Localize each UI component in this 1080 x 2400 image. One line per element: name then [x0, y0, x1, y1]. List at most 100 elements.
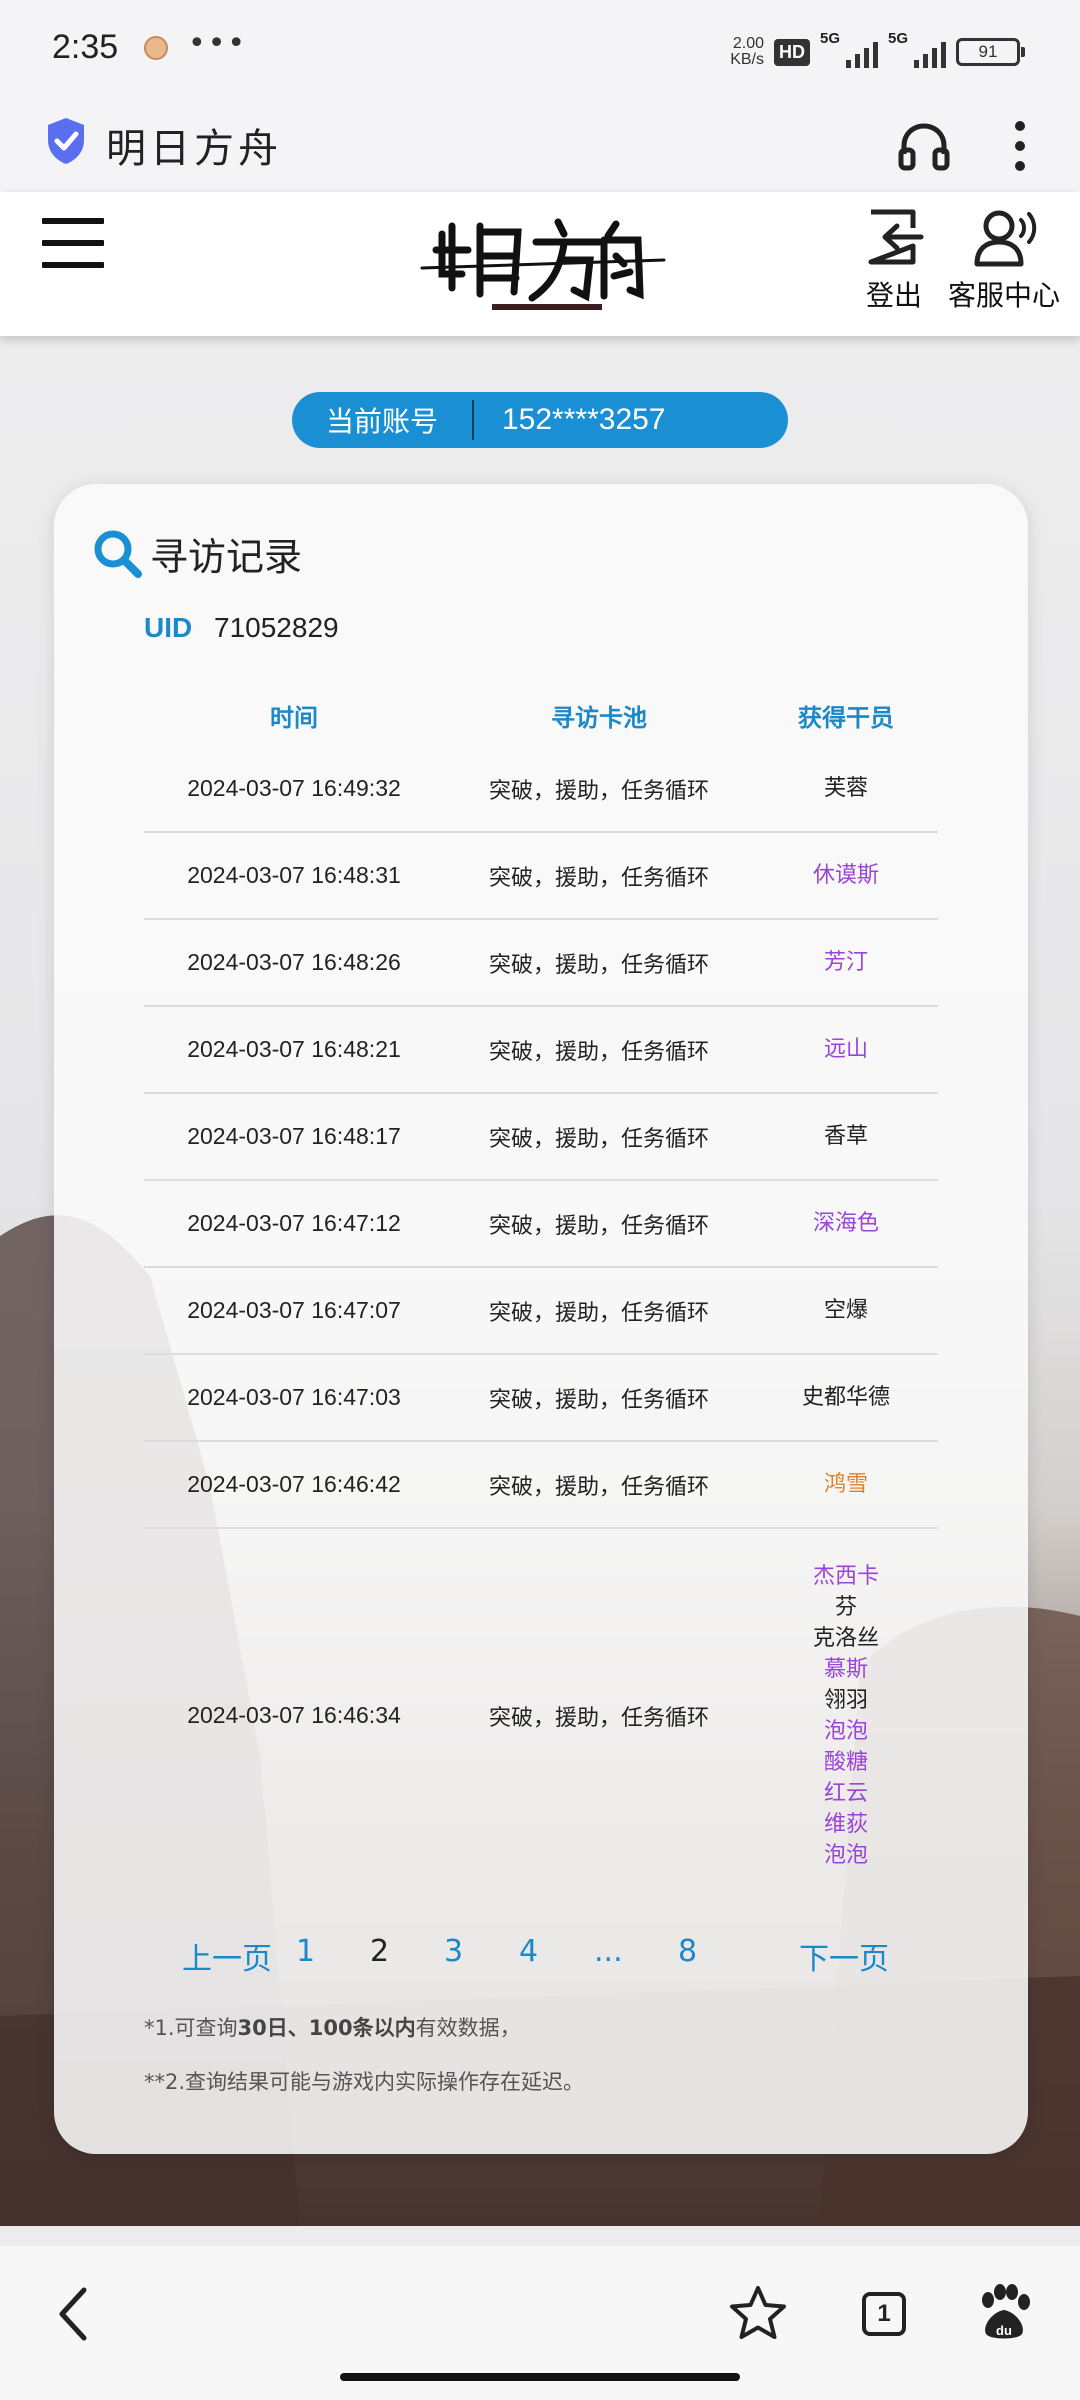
customer-service-label: 客服中心	[947, 279, 1060, 312]
customer-service-icon	[974, 210, 1037, 267]
notification-emoji-icon	[144, 36, 168, 60]
record-pool: 突破，援助，任务循环	[488, 1039, 709, 1065]
signal-label-2: 5G	[888, 30, 909, 47]
table-row: 2024-03-07 16:47:07 突破，援助，任务循环 空爆	[144, 1268, 938, 1355]
operator-name: 芳汀	[823, 950, 868, 975]
site-header: 登出 客服中心	[0, 192, 1080, 336]
operator-name: 香草	[823, 1124, 868, 1149]
home-indicator[interactable]	[340, 2373, 740, 2381]
back-icon[interactable]	[44, 2282, 108, 2346]
operator-name: 杰西卡	[812, 1563, 879, 1589]
operator-name: 维荻	[823, 1811, 868, 1837]
page-4-button[interactable]: 4	[519, 1934, 538, 1969]
record-pool: 突破，援助，任务循环	[488, 1387, 709, 1413]
net-speed-value: 2.00	[732, 35, 764, 52]
record-operators: 香草	[754, 1121, 938, 1152]
record-operators: 远山	[754, 1034, 938, 1065]
record-operators: 芙蓉	[754, 773, 938, 804]
page-3-button[interactable]: 3	[444, 1934, 463, 1969]
operator-name: 深海色	[812, 1211, 879, 1236]
record-time: 2024-03-07 16:48:26	[187, 949, 401, 975]
next-page-button[interactable]: 下一页	[799, 1934, 889, 1978]
search-icon	[94, 530, 142, 578]
net-speed: 2.00 KB/s	[730, 36, 764, 68]
record-pool: 突破，援助，任务循环	[488, 1213, 709, 1239]
battery-icon: 91	[956, 38, 1025, 66]
record-operators: 史都华德	[754, 1382, 938, 1413]
table-row: 2024-03-07 16:48:21 突破，援助，任务循环 远山	[144, 1007, 938, 1094]
record-time: 2024-03-07 16:48:17	[187, 1123, 401, 1149]
record-operators: 鸿雪	[754, 1469, 938, 1500]
page-ellipsis: ...	[594, 1934, 623, 1969]
operator-name: 史都华德	[801, 1385, 890, 1410]
prev-page-button[interactable]: 上一页	[182, 1934, 272, 1978]
table-row: 2024-03-07 16:48:17 突破，援助，任务循环 香草	[144, 1094, 938, 1181]
account-value: 152****3257	[502, 403, 666, 436]
signal-5g-icon-2: 5G	[888, 30, 946, 70]
logout-label: 登出	[865, 279, 922, 312]
column-header-operator: 获得干员	[798, 703, 894, 732]
record-time: 2024-03-07 16:47:07	[187, 1297, 401, 1323]
tabs-icon[interactable]: 1	[852, 2282, 916, 2346]
record-operators: 杰西卡芬克洛丝 慕斯 翎羽 泡泡 酸糖 红云 维荻 泡泡	[754, 1561, 938, 1871]
operator-name: 泡泡	[823, 1842, 868, 1868]
record-time: 2024-03-07 16:48:31	[187, 862, 401, 888]
gacha-record-card: 寻访记录 UID 71052829 时间 寻访卡池 获得干员 2024-03-0…	[54, 484, 1028, 2154]
record-time: 2024-03-07 16:49:32	[187, 775, 401, 801]
logout-button[interactable]: 登出	[856, 206, 932, 314]
net-speed-unit: KB/s	[730, 51, 764, 68]
note-1: *1.可查询30日、100条以内有效数据，	[144, 2012, 584, 2042]
table-row: 2024-03-07 16:47:03 突破，援助，任务循环 史都华德	[144, 1355, 938, 1442]
table-header: 时间 寻访卡池 获得干员	[144, 684, 938, 746]
table-row: 2024-03-07 16:48:26 突破，援助，任务循环 芳汀	[144, 920, 938, 1007]
operator-name: 芙蓉	[823, 776, 868, 801]
record-operators: 深海色	[754, 1208, 938, 1239]
page-1-button[interactable]: 1	[296, 1934, 315, 1969]
page-8-button[interactable]: 8	[678, 1934, 697, 1969]
record-operators: 空爆	[754, 1295, 938, 1326]
more-notifications-icon: •••	[188, 26, 248, 61]
uid-label: UID	[144, 612, 193, 643]
headphones-icon[interactable]	[896, 118, 952, 174]
record-pool: 突破，援助，任务循环	[488, 952, 709, 978]
uid-value: 71052829	[214, 612, 339, 643]
note-1-suffix: 有效数据，	[415, 2016, 521, 2040]
logout-icon	[868, 209, 924, 265]
operator-name: 空爆	[823, 1298, 868, 1323]
operator-name: 鸿雪	[823, 1472, 868, 1497]
record-operators: 芳汀	[754, 947, 938, 978]
arknights-logo[interactable]	[418, 204, 668, 316]
column-header-pool: 寻访卡池	[551, 703, 647, 732]
star-icon[interactable]	[726, 2282, 790, 2346]
browser-app-bar: 明日方舟	[0, 100, 1080, 192]
customer-service-button[interactable]: 客服中心	[944, 206, 1064, 314]
operator-name: 泡泡	[823, 1718, 868, 1744]
record-pool: 突破，援助，任务循环	[488, 1300, 709, 1326]
note-1-emphasis: 30日、100条以内	[237, 2016, 416, 2040]
operator-name: 红云	[823, 1780, 868, 1806]
signal-5g-icon: 5G	[820, 30, 878, 70]
operator-name: 芬	[834, 1594, 857, 1620]
signal-label: 5G	[820, 30, 841, 47]
table-row: 2024-03-07 16:46:42 突破，援助，任务循环 鸿雪	[144, 1442, 938, 1529]
status-indicators: 2.00 KB/s HD 5G 5G 91	[730, 30, 1025, 74]
record-pool: 突破，援助，任务循环	[488, 1705, 709, 1731]
column-header-time: 时间	[270, 703, 318, 732]
record-pool: 突破，援助，任务循环	[488, 778, 709, 804]
record-pool: 突破，援助，任务循环	[488, 1474, 709, 1500]
record-time: 2024-03-07 16:47:03	[187, 1384, 401, 1410]
baidu-icon[interactable]: du	[972, 2282, 1036, 2346]
current-account-pill: 当前账号 152****3257	[292, 392, 788, 448]
table-body: 2024-03-07 16:49:32 突破，援助，任务循环 芙蓉 2024-03-0…	[144, 746, 938, 1902]
account-label: 当前账号	[325, 405, 438, 438]
tab-count: 1	[862, 2292, 906, 2336]
status-time: 2:35	[52, 28, 119, 66]
more-vertical-icon[interactable]	[1000, 116, 1040, 176]
note-1-prefix: *1.可查询	[144, 2016, 238, 2040]
operator-name: 远山	[823, 1037, 868, 1062]
operator-name: 翎羽	[823, 1687, 868, 1713]
hamburger-menu-icon[interactable]	[42, 218, 104, 270]
table-row: 2024-03-07 16:47:12 突破，援助，任务循环 深海色	[144, 1181, 938, 1268]
uid-row: UID 71052829	[144, 612, 339, 644]
record-time: 2024-03-07 16:47:12	[187, 1210, 401, 1236]
